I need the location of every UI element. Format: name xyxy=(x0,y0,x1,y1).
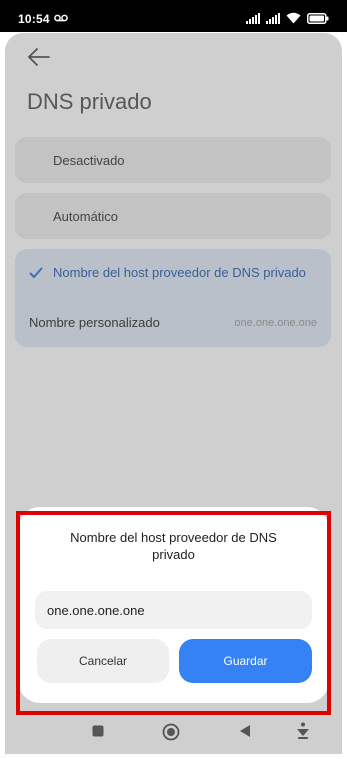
page-title: DNS privado xyxy=(27,89,152,114)
option-label: Nombre del host proveedor de DNS privado xyxy=(53,265,306,280)
option-desactivado[interactable]: Desactivado xyxy=(15,137,331,183)
settings-screen: DNS privado Desactivado Automático Nombr… xyxy=(5,33,342,754)
custom-name-label[interactable]: Nombre personalizado xyxy=(29,315,160,330)
download-arrow-icon[interactable] xyxy=(295,722,311,745)
custom-name-value: one.one.one.one xyxy=(234,317,317,329)
option-label: Desactivado xyxy=(53,153,125,168)
dialog-title: Nombre del host proveedor de DNS privado xyxy=(70,530,277,562)
voicemail-icon xyxy=(54,11,68,25)
option-private-dns-hostname[interactable]: Nombre del host proveedor de DNS privado… xyxy=(15,249,331,347)
save-button[interactable]: Guardar xyxy=(179,639,312,683)
hostname-input[interactable]: one.one.one.one xyxy=(35,591,312,629)
signal-icon xyxy=(246,13,260,24)
hostname-input-value: one.one.one.one xyxy=(47,603,145,618)
status-icons xyxy=(246,10,329,24)
status-bar: 10:54 xyxy=(0,0,347,32)
back-triangle-icon[interactable] xyxy=(238,724,252,743)
option-automatico[interactable]: Automático xyxy=(15,193,331,239)
arrow-left-icon[interactable] xyxy=(27,47,51,67)
signal-icon xyxy=(266,13,280,24)
cancel-button[interactable]: Cancelar xyxy=(37,639,169,683)
wifi-icon xyxy=(286,12,301,24)
home-circle-icon[interactable] xyxy=(162,723,180,746)
option-label: Automático xyxy=(53,209,119,224)
dns-hostname-dialog: Nombre del host proveedor de DNS privado… xyxy=(18,507,329,703)
battery-icon xyxy=(307,13,329,24)
navigation-bar xyxy=(5,712,342,754)
square-icon[interactable] xyxy=(91,724,105,743)
phone-frame: 10:54 DNS privado Desactivado Automático… xyxy=(0,0,347,759)
status-time: 10:54 xyxy=(18,12,50,26)
checkmark-icon xyxy=(29,266,43,278)
